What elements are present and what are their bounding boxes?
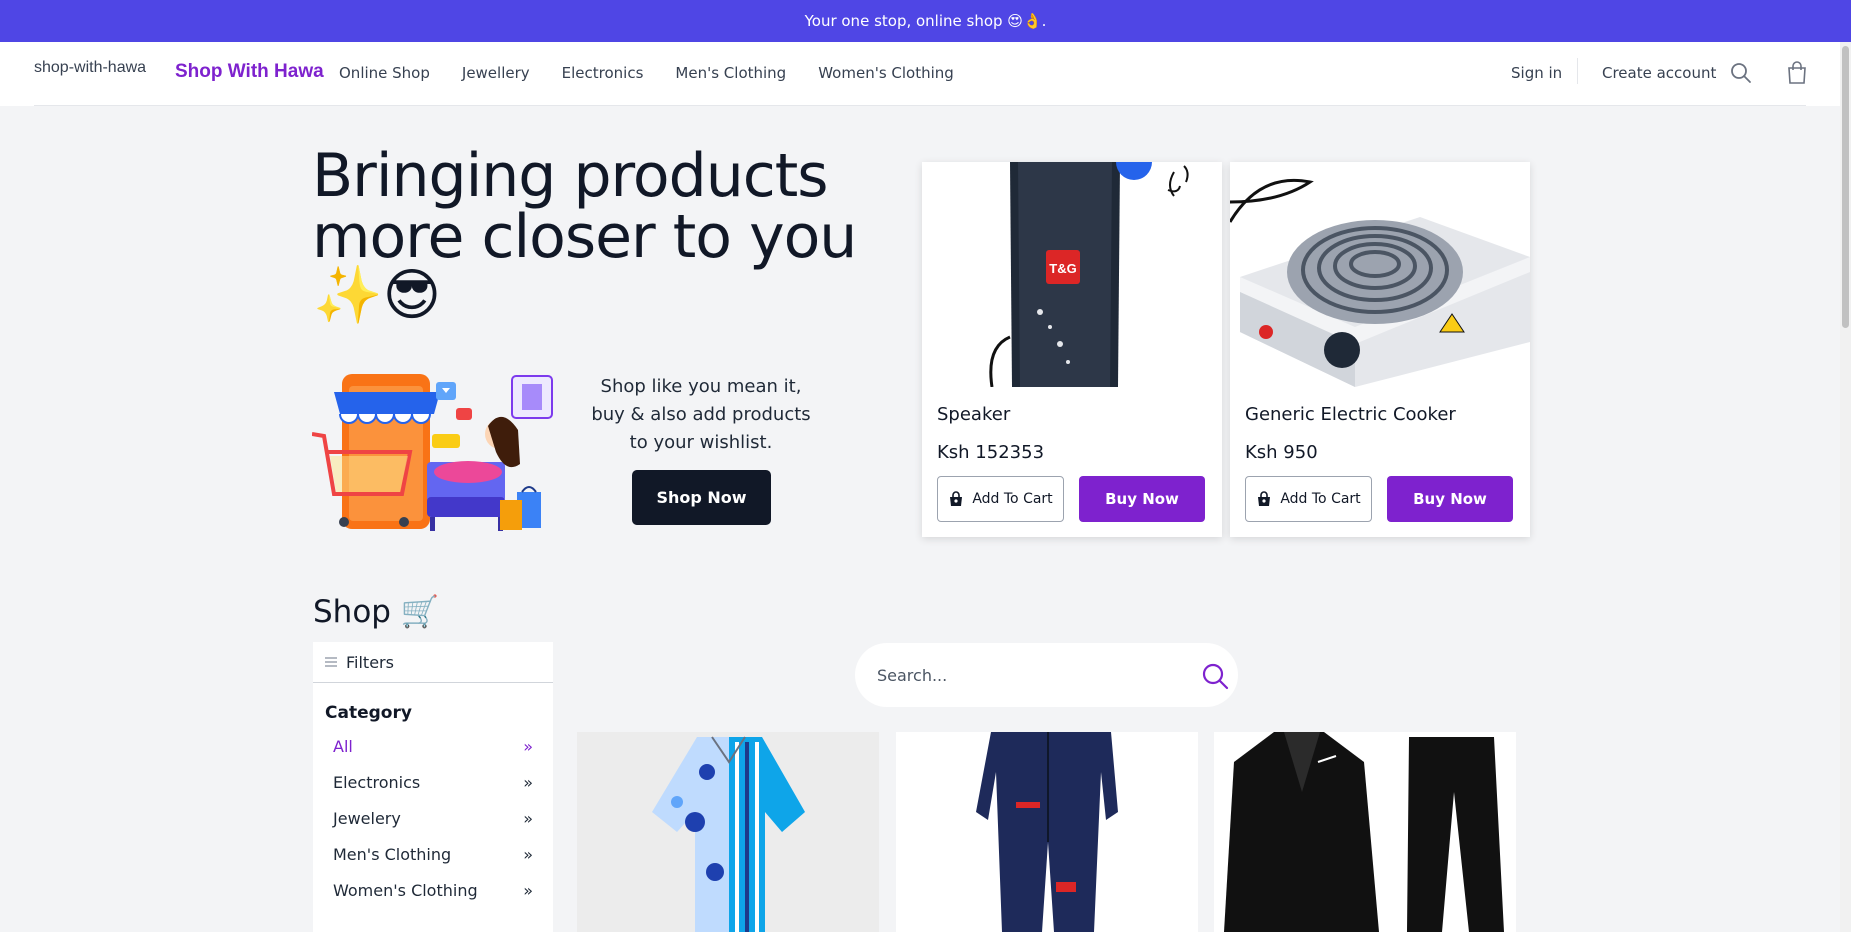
add-to-cart-button[interactable]: Add To Cart [1245,476,1372,522]
product-image [1214,732,1516,932]
add-to-cart-label: Add To Cart [972,491,1053,507]
search-icon[interactable] [1200,661,1230,691]
product-name[interactable]: Generic Electric Cooker [1245,404,1456,425]
product-card-suit[interactable] [1214,732,1516,932]
buy-now-button[interactable]: Buy Now [1387,476,1513,522]
search-input[interactable] [877,661,1177,689]
featured-product-card: Generic Electric Cooker Ksh 950 Add To C… [1230,162,1530,537]
double-chevron-right-icon: » [523,772,533,792]
main-nav: Online Shop Jewellery Electronics Men's … [339,64,954,82]
product-name[interactable]: Speaker [937,404,1010,425]
shop-now-button[interactable]: Shop Now [632,470,771,525]
nav-electronics[interactable]: Electronics [562,64,644,82]
filters-label: Filters [346,652,394,672]
hero-description: Shop like you mean it, buy & also add pr… [591,376,811,453]
product-price: Ksh 950 [1245,442,1318,463]
product-card-jumpsuit[interactable] [896,732,1198,932]
category-label: Men's Clothing [333,844,452,864]
category-label: Jewelery [333,808,401,828]
category-label: Electronics [333,772,421,792]
filters-panel: Filters Category All » Electronics » Jew… [313,642,553,932]
search-icon[interactable] [1729,61,1753,85]
product-price: Ksh 152353 [937,442,1045,463]
shopping-bag-icon[interactable] [1785,61,1809,85]
product-image-cooker[interactable] [1230,162,1530,387]
lock-bag-icon [1258,491,1271,506]
speaker-brand-badge: T&G [1049,261,1076,276]
brand-name[interactable]: Shop With Hawa [175,61,324,83]
category-item-womens-clothing[interactable]: Women's Clothing » [333,878,533,902]
nav-womens-clothing[interactable]: Women's Clothing [818,64,954,82]
product-search [855,643,1238,707]
category-label: All [333,736,353,756]
product-image [896,732,1198,932]
create-account-link[interactable]: Create account [1602,64,1716,82]
double-chevron-right-icon: » [523,736,533,756]
logo-image[interactable]: shop-with-hawa [34,59,146,77]
category-item-electronics[interactable]: Electronics » [333,770,533,794]
double-chevron-right-icon: » [523,808,533,828]
product-image-speaker[interactable]: T&G [922,162,1222,387]
header-divider [1577,58,1578,84]
product-image [577,732,879,932]
nav-online-shop[interactable]: Online Shop [339,64,430,82]
add-to-cart-button[interactable]: Add To Cart [937,476,1064,522]
lock-bag-icon [950,491,963,506]
menu-lines-icon [325,657,337,667]
filters-toggle[interactable]: Filters [313,642,553,683]
nav-mens-clothing[interactable]: Men's Clothing [675,64,786,82]
header-divider-line [34,105,1806,106]
double-chevron-right-icon: » [523,880,533,900]
hero-title: Bringing products more closer to you [312,141,857,272]
featured-product-card: T&G Speaker Ksh 152353 Add To Cart Buy N… [922,162,1222,537]
product-card-shirt[interactable] [577,732,879,932]
add-to-cart-label: Add To Cart [1280,491,1361,507]
announcement-bar: Your one stop, online shop 😍👌. [0,0,1851,42]
scrollbar-thumb[interactable] [1842,46,1849,328]
category-label: Women's Clothing [333,880,478,900]
double-chevron-right-icon: » [523,844,533,864]
category-item-jewelery[interactable]: Jewelery » [333,806,533,830]
hero-emoji: ✨😎 [313,263,442,328]
category-item-all[interactable]: All » [333,734,533,758]
shop-section-title: Shop 🛒 [313,594,440,630]
site-header: shop-with-hawa Shop With Hawa Online Sho… [0,42,1840,106]
announcement-text: Your one stop, online shop 😍👌. [804,12,1047,30]
nav-jewellery[interactable]: Jewellery [462,64,530,82]
sign-in-link[interactable]: Sign in [1511,64,1562,82]
category-item-mens-clothing[interactable]: Men's Clothing » [333,842,533,866]
category-title: Category [325,703,412,723]
shopping-illustration [312,374,553,531]
buy-now-button[interactable]: Buy Now [1079,476,1205,522]
